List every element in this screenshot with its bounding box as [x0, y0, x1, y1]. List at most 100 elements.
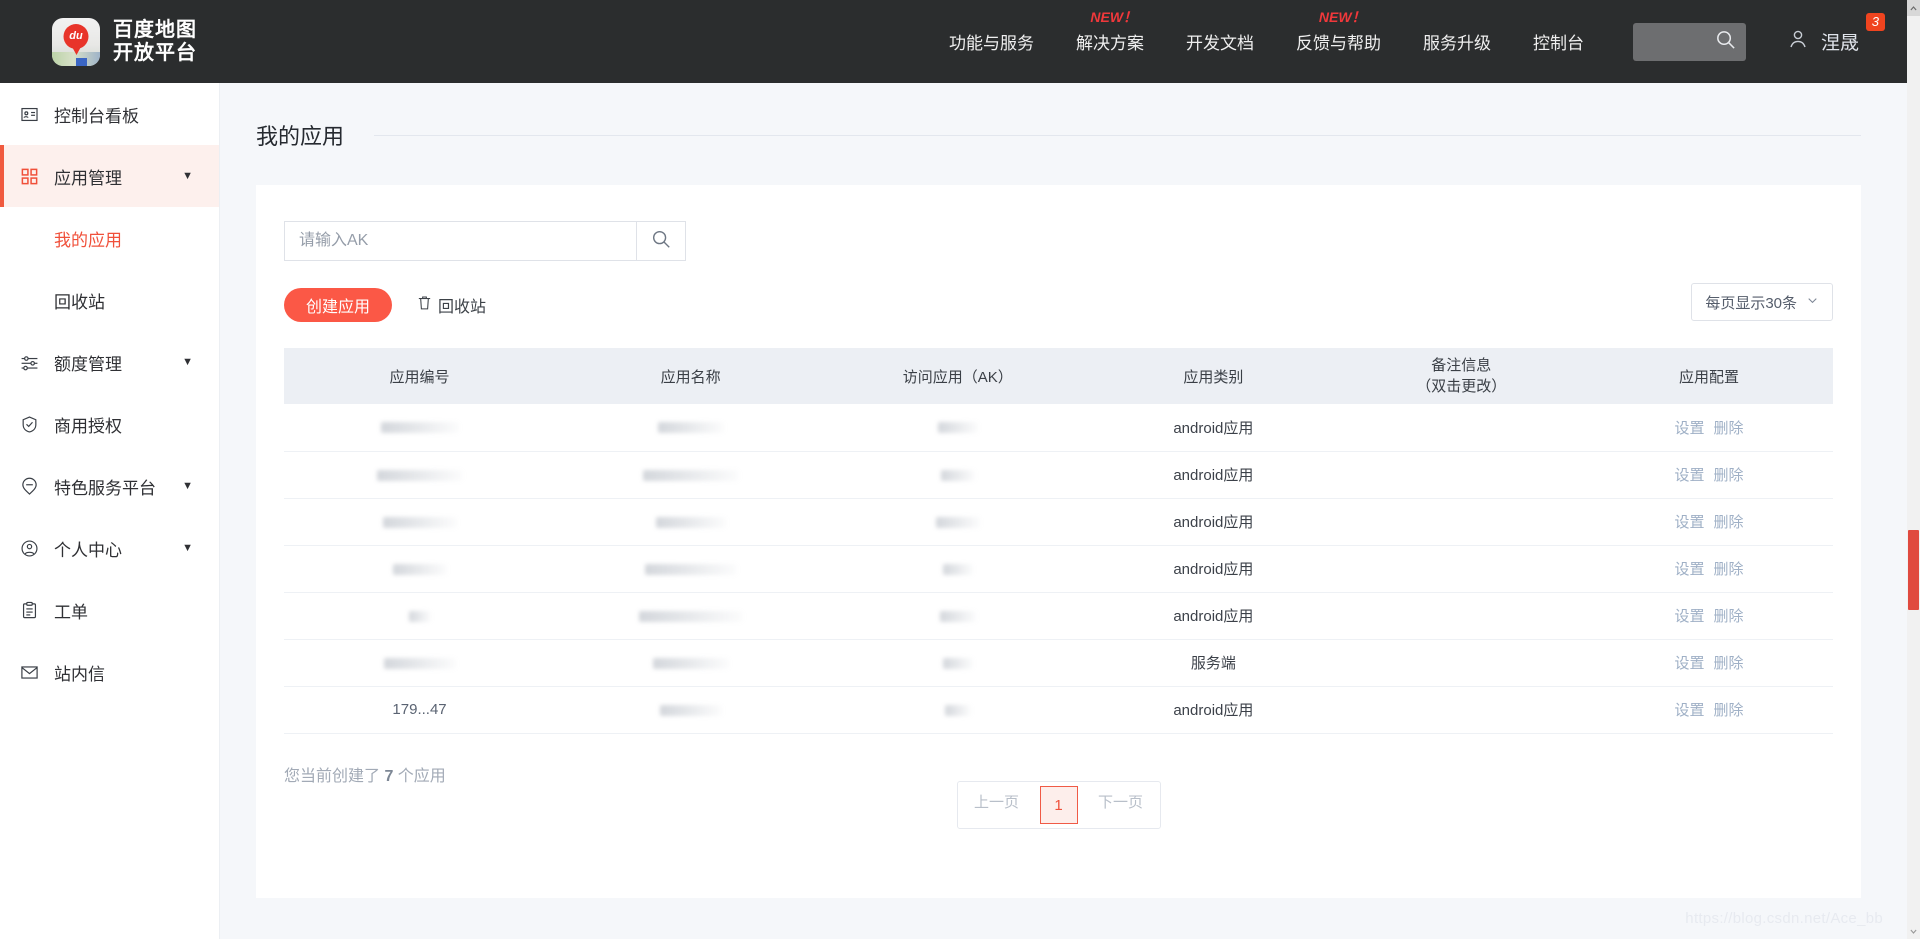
cell-category: android应用	[1089, 592, 1338, 640]
delete-link[interactable]: 删除	[1714, 702, 1744, 719]
nav-item-console[interactable]: 控制台	[1512, 29, 1605, 54]
delete-link[interactable]: 删除	[1714, 420, 1744, 437]
table-row[interactable]: android应用 设置 删除	[284, 404, 1833, 452]
new-flag-feedback: NEW！	[1318, 9, 1366, 25]
primary-nav: 功能与服务 NEW！ 解决方案 开发文档 NEW！ 反馈与帮助 服务升级 控制台	[928, 9, 1907, 61]
cell-note[interactable]	[1337, 545, 1586, 593]
redacted-value	[392, 563, 447, 575]
nav-label-features: 功能与服务	[948, 34, 1034, 53]
page-title: 我的应用	[256, 124, 345, 149]
cell-actions: 设置 删除	[1585, 404, 1833, 452]
scrollbar-thumb[interactable]	[1908, 530, 1919, 610]
notification-badge[interactable]: 3	[1865, 13, 1885, 31]
chevron-down-icon-quota: ▼	[182, 356, 193, 368]
sidebar-item-personal-center[interactable]: 个人中心 ▼	[0, 517, 219, 579]
settings-link[interactable]: 设置	[1675, 702, 1705, 719]
settings-link[interactable]: 设置	[1675, 467, 1705, 484]
delete-link[interactable]: 删除	[1714, 467, 1744, 484]
redacted-value	[937, 422, 978, 434]
sidebar-item-dashboard[interactable]: 控制台看板	[0, 83, 219, 145]
settings-link[interactable]: 设置	[1675, 608, 1705, 625]
cell-ak	[826, 592, 1090, 640]
redacted-value	[657, 422, 724, 434]
scroll-up-arrow-icon[interactable]	[1907, 0, 1920, 16]
cell-ak	[826, 545, 1090, 593]
table-row[interactable]: 179...47 android应用 设置 删除	[284, 686, 1833, 734]
site-logo[interactable]: du 百度地图 开放平台	[52, 17, 197, 66]
sidebar-item-work-order[interactable]: 工单	[0, 579, 219, 641]
main-content: 我的应用 创建应用	[220, 83, 1907, 939]
sidebar-label-inbox: 站内信	[54, 664, 105, 684]
sidebar-label-featured-services: 特色服务平台	[54, 478, 156, 498]
sidebar-label-quota: 额度管理	[54, 354, 122, 374]
nav-label-feedback: 反馈与帮助	[1295, 34, 1381, 53]
logo-line-2: 开放平台	[113, 41, 197, 64]
next-page-button[interactable]: 下一页	[1082, 782, 1160, 820]
sidebar-subitem-recycle-bin[interactable]: 回收站	[0, 269, 219, 331]
settings-link[interactable]: 设置	[1675, 655, 1705, 672]
cell-note[interactable]	[1337, 498, 1586, 546]
redacted-value	[382, 516, 457, 528]
cell-note[interactable]	[1337, 404, 1586, 452]
nav-item-features[interactable]: 功能与服务	[928, 29, 1055, 54]
search-icon	[650, 228, 672, 255]
top-header: du 百度地图 开放平台 功能与服务 NEW！ 解决方案 开发文档 NEW！ 反…	[0, 0, 1907, 83]
cell-note[interactable]	[1337, 686, 1586, 734]
sidebar-item-quota[interactable]: 额度管理 ▼	[0, 331, 219, 393]
settings-link[interactable]: 设置	[1675, 561, 1705, 578]
search-input[interactable]	[284, 221, 636, 261]
table-row[interactable]: 服务端 设置 删除	[284, 639, 1833, 687]
sidebar-item-inbox[interactable]: 站内信	[0, 641, 219, 703]
chevron-down-icon-personal-center: ▼	[182, 542, 193, 554]
sidebar-item-commercial-license[interactable]: 商用授权	[0, 393, 219, 455]
per-page-select[interactable]: 每页显示30条	[1691, 283, 1833, 321]
delete-link[interactable]: 删除	[1714, 514, 1744, 531]
nav-item-feedback[interactable]: NEW！ 反馈与帮助	[1275, 9, 1402, 54]
sidebar-nav: 控制台看板 应用管理 ▼ 我的应用 回收站 额度管理 ▼ 商用授权 特色服务平台…	[0, 83, 220, 939]
create-app-button[interactable]: 创建应用	[284, 288, 393, 322]
scroll-down-arrow-icon[interactable]	[1907, 923, 1920, 939]
cell-actions: 设置 删除	[1585, 686, 1833, 734]
sidebar-subitem-my-apps[interactable]: 我的应用	[0, 207, 219, 269]
cell-note[interactable]	[1337, 592, 1586, 640]
header-search-box[interactable]	[1632, 22, 1746, 61]
logo-water-shape	[76, 57, 87, 66]
sidebar-item-featured-services[interactable]: 特色服务平台 ▼	[0, 455, 219, 517]
redacted-value	[383, 657, 456, 669]
cell-app-id	[284, 592, 556, 640]
nav-item-docs[interactable]: 开发文档	[1165, 29, 1275, 54]
nav-item-upgrade[interactable]: 服务升级	[1402, 29, 1512, 54]
cell-app-name	[555, 686, 827, 734]
settings-link[interactable]: 设置	[1675, 514, 1705, 531]
sidebar-item-app-management[interactable]: 应用管理 ▼	[0, 145, 219, 207]
delete-link[interactable]: 删除	[1714, 561, 1744, 578]
cell-app-id	[284, 404, 556, 452]
envelope-icon	[20, 663, 46, 682]
column-note-label: 备注信息	[1431, 357, 1492, 374]
user-menu[interactable]: 涅晟 3	[1786, 13, 1885, 56]
table-row[interactable]: android应用 设置 删除	[284, 545, 1833, 593]
delete-link[interactable]: 删除	[1714, 655, 1744, 672]
search-button[interactable]	[636, 221, 686, 261]
nav-label-docs: 开发文档	[1185, 34, 1254, 53]
ak-search-row	[284, 221, 1833, 261]
recycle-bin-label: 回收站	[438, 299, 487, 316]
recycle-bin-button[interactable]: 回收站	[416, 293, 486, 317]
apps-table: 应用编号 应用名称 访问应用（AK） 应用类别 备注信息 （双击更改） 应用配置	[284, 348, 1833, 734]
cell-category: 服务端	[1089, 639, 1338, 687]
cell-note[interactable]	[1337, 639, 1586, 687]
delete-link[interactable]: 删除	[1714, 608, 1744, 625]
table-row[interactable]: android应用 设置 删除	[284, 451, 1833, 499]
prev-page-button[interactable]: 上一页	[958, 782, 1036, 820]
table-row[interactable]: android应用 设置 删除	[284, 592, 1833, 640]
page-scrollbar[interactable]	[1907, 0, 1920, 939]
pagination: 上一页 1 下一页	[256, 781, 1861, 829]
sidebar-label-work-order: 工单	[54, 602, 88, 622]
redacted-value	[642, 469, 739, 481]
page-number-1[interactable]: 1	[1039, 786, 1078, 824]
settings-link[interactable]: 设置	[1675, 420, 1705, 437]
cell-ak	[826, 639, 1090, 687]
cell-note[interactable]	[1337, 451, 1586, 499]
nav-item-solutions[interactable]: NEW！ 解决方案	[1055, 9, 1165, 54]
table-row[interactable]: android应用 设置 删除	[284, 498, 1833, 546]
